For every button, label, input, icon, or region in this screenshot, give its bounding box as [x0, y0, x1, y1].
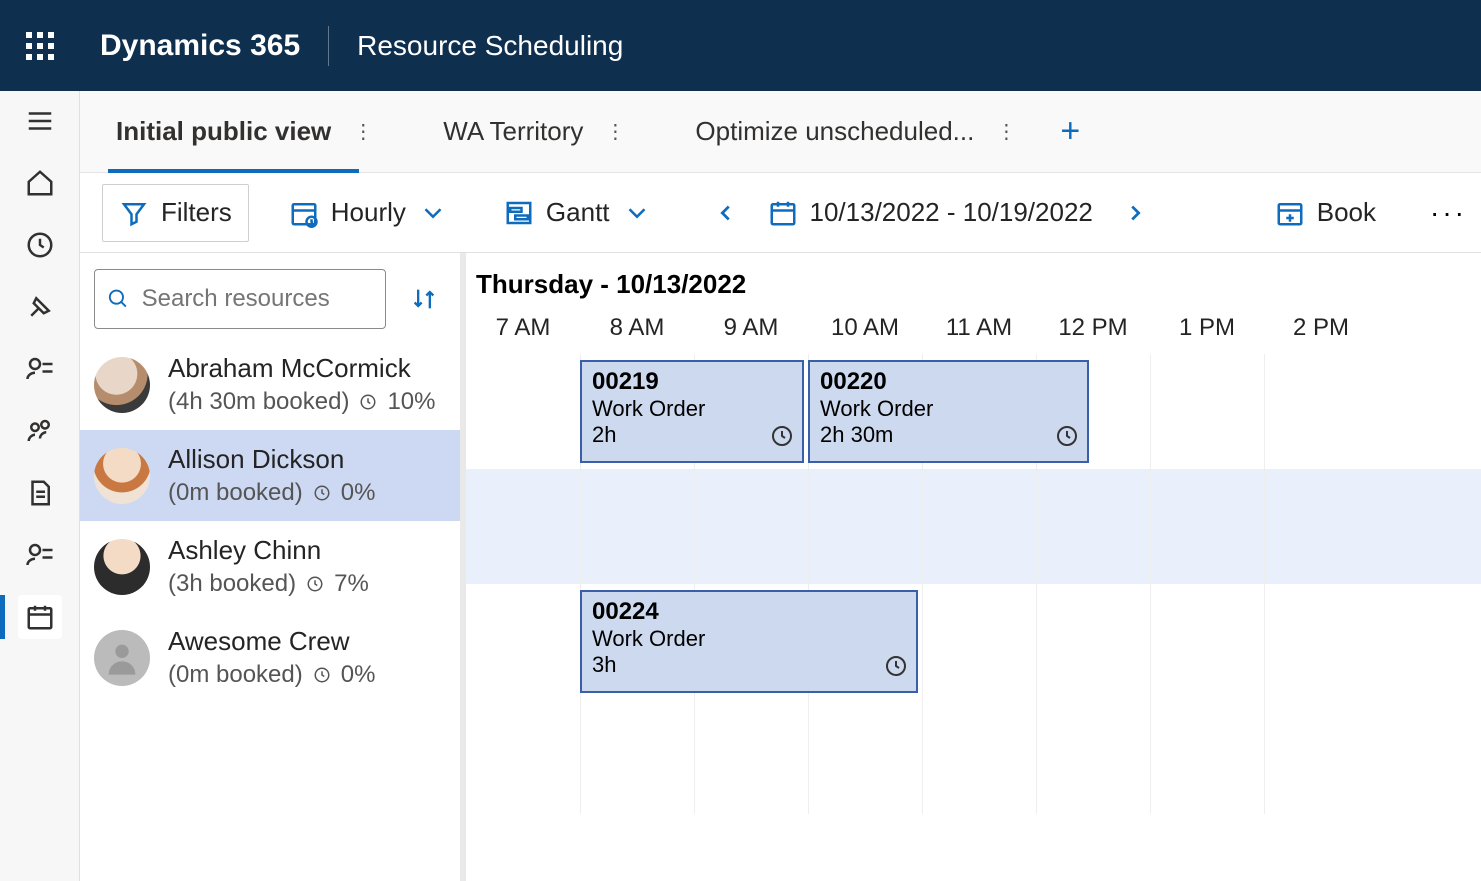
- search-input-wrap[interactable]: [94, 269, 386, 329]
- time-header: 7 AM8 AM9 AM10 AM11 AM12 PM1 PM2 PM: [466, 302, 1481, 354]
- resource-item[interactable]: Ashley Chinn (3h booked)7%: [80, 521, 460, 612]
- separator: [328, 26, 329, 66]
- timeline-row[interactable]: [466, 469, 1481, 584]
- schedule-tabs: Initial public view ⋮ WA Territory ⋮ Opt…: [80, 91, 1481, 173]
- interval-dropdown[interactable]: Hourly: [273, 184, 464, 242]
- tab-label: Optimize unscheduled...: [695, 116, 974, 147]
- resource-item[interactable]: Allison Dickson (0m booked)0%: [80, 430, 460, 521]
- booking-duration: 2h: [592, 422, 792, 448]
- tab-menu-icon[interactable]: ⋮: [988, 111, 1024, 152]
- avatar: [94, 630, 150, 686]
- date-navigator: 10/13/2022 - 10/19/2022: [704, 184, 1157, 242]
- filters-label: Filters: [161, 197, 232, 228]
- time-slot-header: 9 AM: [694, 314, 808, 342]
- add-tab-button[interactable]: +: [1040, 112, 1100, 151]
- clock-icon: [1055, 424, 1079, 453]
- more-actions-button[interactable]: ···: [1416, 197, 1481, 229]
- booking-duration: 2h 30m: [820, 422, 1077, 448]
- document-icon[interactable]: [18, 471, 62, 515]
- book-button[interactable]: Book: [1259, 184, 1392, 242]
- board-toolbar: Filters Hourly Gantt 10/13/2022 - 10/19/…: [80, 173, 1481, 253]
- viewmode-dropdown[interactable]: Gantt: [488, 184, 668, 242]
- resource-name: Ashley Chinn: [168, 535, 369, 566]
- time-slot-header: 7 AM: [466, 314, 580, 342]
- timeline-row[interactable]: [466, 699, 1481, 814]
- booking-duration: 3h: [592, 652, 906, 678]
- resource-meta: (0m booked)0%: [168, 479, 375, 507]
- people-icon[interactable]: [18, 409, 62, 453]
- booking-type: Work Order: [592, 396, 792, 422]
- search-icon: [107, 286, 130, 312]
- avatar: [94, 539, 150, 595]
- schedule-grid: 00219Work Order2h00220Work Order2h 30m00…: [466, 354, 1481, 881]
- schedule-board: Abraham McCormick (4h 30m booked)10% Allis…: [80, 253, 1481, 881]
- calendar-icon[interactable]: [18, 595, 62, 639]
- clock-icon[interactable]: [18, 223, 62, 267]
- avatar: [94, 448, 150, 504]
- date-range-text: 10/13/2022 - 10/19/2022: [810, 197, 1093, 228]
- page-title: Resource Scheduling: [357, 30, 623, 62]
- interval-label: Hourly: [331, 197, 406, 228]
- person-list-icon[interactable]: [18, 347, 62, 391]
- booking-block[interactable]: 00220Work Order2h 30m: [808, 360, 1089, 463]
- left-nav-rail: [0, 91, 80, 881]
- resource-name: Abraham McCormick: [168, 353, 436, 384]
- day-header: Thursday - 10/13/2022: [466, 253, 1481, 302]
- avatar: [94, 357, 150, 413]
- resource-item[interactable]: Awesome Crew (0m booked)0%: [80, 612, 460, 703]
- tab-label: WA Territory: [443, 116, 583, 147]
- time-slot-header: 11 AM: [922, 314, 1036, 342]
- viewmode-label: Gantt: [546, 197, 610, 228]
- global-header: Dynamics 365 Resource Scheduling: [0, 0, 1481, 91]
- timeline-row[interactable]: 00224Work Order3h: [466, 584, 1481, 699]
- clock-icon: [884, 654, 908, 683]
- timeline-row[interactable]: 00219Work Order2h00220Work Order2h 30m: [466, 354, 1481, 469]
- time-slot-header: 2 PM: [1264, 314, 1378, 342]
- book-label: Book: [1317, 197, 1376, 228]
- app-title: Dynamics 365: [100, 29, 300, 63]
- resource-item[interactable]: Abraham McCormick (4h 30m booked)10%: [80, 339, 460, 430]
- filters-button[interactable]: Filters: [102, 184, 249, 242]
- next-date-button[interactable]: [1113, 191, 1157, 235]
- tab-menu-icon[interactable]: ⋮: [597, 111, 633, 152]
- tab-optimize-unscheduled[interactable]: Optimize unscheduled... ⋮: [687, 91, 1032, 172]
- booking-id: 00224: [592, 598, 906, 626]
- time-slot-header: 8 AM: [580, 314, 694, 342]
- person-list2-icon[interactable]: [18, 533, 62, 577]
- booking-id: 00220: [820, 368, 1077, 396]
- resource-column: Abraham McCormick (4h 30m booked)10% Allis…: [80, 253, 466, 881]
- time-slot-header: 10 AM: [808, 314, 922, 342]
- booking-type: Work Order: [820, 396, 1077, 422]
- prev-date-button[interactable]: [704, 191, 748, 235]
- home-icon[interactable]: [18, 161, 62, 205]
- search-input[interactable]: [142, 285, 373, 313]
- resource-name: Awesome Crew: [168, 626, 375, 657]
- app-launcher-icon[interactable]: [20, 26, 60, 66]
- resource-meta: (4h 30m booked)10%: [168, 388, 436, 416]
- time-slot-header: 12 PM: [1036, 314, 1150, 342]
- timeline: Thursday - 10/13/2022 7 AM8 AM9 AM10 AM1…: [466, 253, 1481, 881]
- resource-name: Allison Dickson: [168, 444, 375, 475]
- tab-initial-public-view[interactable]: Initial public view ⋮: [108, 91, 389, 172]
- main-area: Initial public view ⋮ WA Territory ⋮ Opt…: [80, 91, 1481, 881]
- booking-block[interactable]: 00219Work Order2h: [580, 360, 804, 463]
- tab-wa-territory[interactable]: WA Territory ⋮: [435, 91, 641, 172]
- clock-icon: [770, 424, 794, 453]
- resource-meta: (0m booked)0%: [168, 661, 375, 689]
- booking-id: 00219: [592, 368, 792, 396]
- tab-label: Initial public view: [116, 116, 331, 147]
- tab-menu-icon[interactable]: ⋮: [345, 111, 381, 152]
- booking-type: Work Order: [592, 626, 906, 652]
- menu-toggle[interactable]: [18, 99, 62, 143]
- sort-button[interactable]: [402, 277, 446, 321]
- pin-icon[interactable]: [18, 285, 62, 329]
- time-slot-header: 1 PM: [1150, 314, 1264, 342]
- resource-meta: (3h booked)7%: [168, 570, 369, 598]
- booking-block[interactable]: 00224Work Order3h: [580, 590, 918, 693]
- date-range-picker[interactable]: 10/13/2022 - 10/19/2022: [768, 184, 1093, 242]
